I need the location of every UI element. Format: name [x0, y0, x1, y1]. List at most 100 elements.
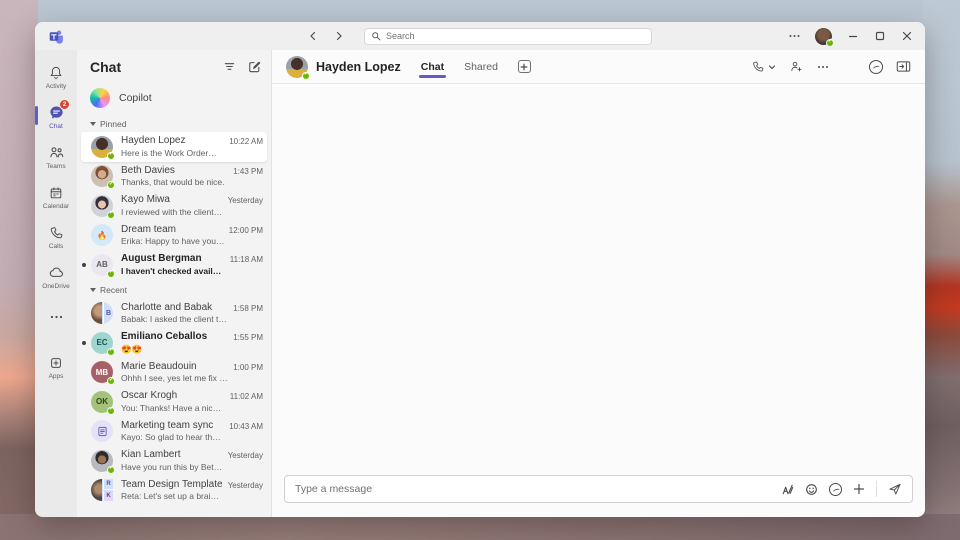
app-rail: Activity 2 Chat Teams: [35, 50, 77, 517]
presence-available-badge: [302, 72, 310, 80]
conversation-avatar[interactable]: [286, 56, 308, 78]
user-avatar[interactable]: [815, 28, 832, 45]
copilot-button[interactable]: [869, 60, 883, 74]
chat-row-kian-lambert[interactable]: Kian Lambert Have you run this by Beth? …: [77, 446, 271, 476]
cloud-icon: [48, 264, 65, 281]
copilot-compose-button[interactable]: [829, 483, 842, 496]
caret-down-icon: [90, 122, 96, 126]
avatar: 🔥: [91, 224, 113, 246]
copilot-entry[interactable]: Copilot: [77, 83, 271, 113]
sidebar-item-more[interactable]: [35, 297, 77, 337]
sidebar-item-chat[interactable]: 2 Chat: [35, 97, 77, 137]
chat-row-oscar-krogh[interactable]: OK Oscar Krogh You: Thanks! Have a nice …: [77, 387, 271, 417]
pinned-section-header[interactable]: Pinned: [77, 115, 271, 132]
copilot-logo-icon: [90, 88, 110, 108]
chat-unread-badge: 2: [59, 99, 70, 110]
avatar: [91, 136, 113, 158]
search-bar[interactable]: [364, 28, 652, 45]
tab-shared[interactable]: Shared: [462, 52, 500, 82]
avatar: R K: [91, 479, 113, 501]
attach-button[interactable]: [853, 483, 865, 495]
chat-row-hayden-lopez[interactable]: Hayden Lopez Here is the Work Order… 10:…: [81, 132, 267, 162]
desktop-wallpaper-bottom: [0, 514, 960, 540]
conversation-title: Hayden Lopez: [316, 60, 401, 74]
sidebar-item-calendar[interactable]: Calendar: [35, 177, 77, 217]
emoji-button[interactable]: [805, 483, 818, 496]
presence-available-badge: [107, 152, 115, 160]
sidebar-item-teams[interactable]: Teams: [35, 137, 77, 177]
teams-window: Activity 2 Chat Teams: [35, 22, 925, 517]
avatar: AB: [91, 254, 113, 276]
chat-row-marketing-team-sync[interactable]: Marketing team sync Kayo: So glad to hea…: [77, 417, 271, 447]
avatar: [91, 420, 113, 442]
maximize-button[interactable]: [874, 30, 886, 42]
minimize-button[interactable]: [847, 30, 859, 42]
people-icon: [48, 144, 65, 161]
bell-icon: [48, 65, 64, 81]
ellipsis-icon: [50, 315, 63, 319]
presence-available-badge: [107, 181, 115, 189]
sidebar-item-apps[interactable]: Apps: [35, 347, 77, 387]
chat-list-title: Chat: [90, 59, 223, 75]
presence-available-badge: [107, 377, 115, 385]
sidebar-item-activity[interactable]: Activity: [35, 57, 77, 97]
message-area: [272, 84, 925, 469]
sidebar-label-apps: Apps: [49, 373, 64, 380]
conversation-pane: Hayden Lopez Chat Shared: [272, 50, 925, 517]
chat-row-dream-team[interactable]: 🔥 Dream team Erika: Happy to have you ba…: [77, 221, 271, 251]
avatar: [91, 450, 113, 472]
chat-row-charlotte-and-babak[interactable]: B Charlotte and Babak Babak: I asked the…: [77, 299, 271, 329]
filter-icon[interactable]: [223, 60, 236, 73]
sidebar-label-calls: Calls: [49, 243, 63, 250]
presence-available-badge: [107, 270, 115, 278]
chevron-down-icon: [768, 63, 776, 71]
chat-row-beth-davies[interactable]: Beth Davies Thanks, that would be nice. …: [77, 162, 271, 192]
add-tab-button[interactable]: [518, 60, 531, 73]
chat-list-pane: Chat Copilot: [77, 50, 272, 517]
divider: [876, 481, 877, 497]
sidebar-item-onedrive[interactable]: OneDrive: [35, 257, 77, 297]
message-input[interactable]: [295, 483, 770, 495]
avatar: EC: [91, 332, 113, 354]
new-chat-icon[interactable]: [248, 60, 261, 73]
search-input[interactable]: [386, 31, 645, 41]
titlebar-more-button[interactable]: [788, 30, 800, 42]
sidebar-label-chat: Chat: [49, 123, 63, 130]
call-button[interactable]: [751, 60, 776, 74]
conversation-header: Hayden Lopez Chat Shared: [272, 50, 925, 84]
search-icon: [371, 31, 381, 41]
chat-row-team-design-template[interactable]: R K Team Design Template Reta: Let's set…: [77, 476, 271, 506]
copilot-icon: [869, 60, 883, 74]
close-button[interactable]: [901, 30, 913, 42]
fire-emoji: 🔥: [97, 231, 107, 240]
desktop-wallpaper-right: [922, 0, 960, 540]
phone-icon: [48, 225, 64, 241]
tab-chat[interactable]: Chat: [419, 52, 446, 82]
format-button[interactable]: [781, 483, 794, 496]
caret-down-icon: [90, 288, 96, 292]
recent-section-header[interactable]: Recent: [77, 282, 271, 299]
back-button[interactable]: [308, 30, 320, 42]
notes-icon: [97, 426, 108, 437]
avatar: MB: [91, 361, 113, 383]
sidebar-label-onedrive: OneDrive: [42, 283, 69, 290]
compose-area: [272, 469, 925, 517]
apps-icon: [48, 355, 64, 371]
chat-row-emiliano-ceballos[interactable]: EC Emiliano Ceballos 😍😍 1:55 PM: [77, 328, 271, 358]
chat-row-marie-beaudouin[interactable]: MB Marie Beaudouin Ohhh I see, yes let m…: [77, 358, 271, 388]
open-details-pane-button[interactable]: [896, 60, 911, 73]
calendar-icon: [48, 185, 64, 201]
presence-available-badge: [826, 39, 834, 47]
forward-button[interactable]: [334, 30, 346, 42]
avatar: OK: [91, 391, 113, 413]
chat-row-august-bergman[interactable]: AB August Bergman I haven't checked avai…: [77, 250, 271, 280]
avatar: [91, 165, 113, 187]
sidebar-label-activity: Activity: [46, 83, 67, 90]
sidebar-label-calendar: Calendar: [43, 203, 69, 210]
more-options-button[interactable]: [817, 65, 829, 69]
send-button[interactable]: [888, 482, 902, 496]
add-people-button[interactable]: [789, 59, 804, 74]
sidebar-item-calls[interactable]: Calls: [35, 217, 77, 257]
chat-row-kayo-miwa[interactable]: Kayo Miwa I reviewed with the client on …: [77, 191, 271, 221]
message-input-box[interactable]: [284, 475, 913, 503]
